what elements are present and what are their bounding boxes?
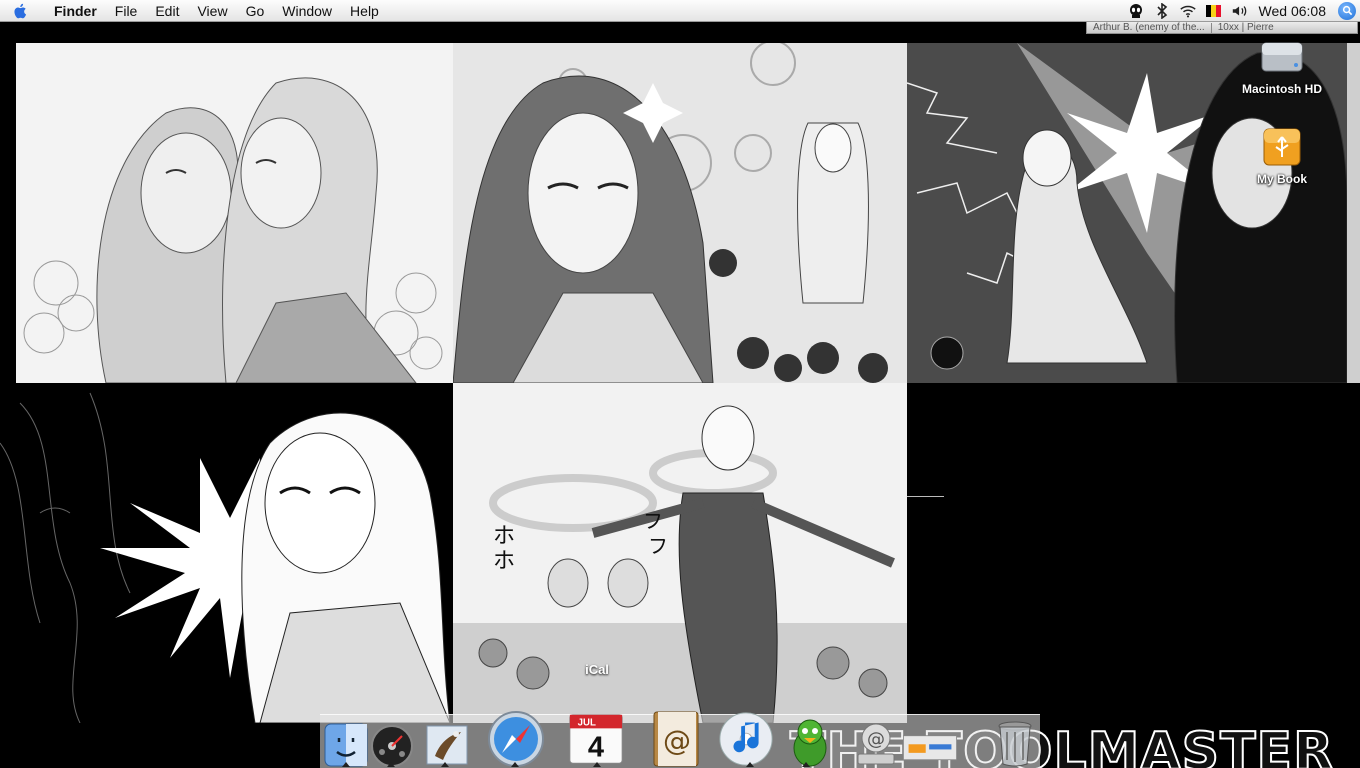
dock-running-indicator xyxy=(593,762,601,767)
menu-file[interactable]: File xyxy=(106,0,147,22)
dock-item-dashboard[interactable] xyxy=(362,716,422,768)
dock-item-documents[interactable] xyxy=(900,716,960,768)
belgian-flag-icon[interactable] xyxy=(1201,0,1227,22)
window-tab-strip: Arthur B. (enemy of the... 10xx | Pierre xyxy=(1086,22,1358,34)
trash-icon xyxy=(998,721,1032,767)
tab-title[interactable]: Arthur B. (enemy of the... xyxy=(1087,22,1211,33)
applications-icon: @ xyxy=(857,723,895,765)
mail-icon xyxy=(426,725,468,765)
desktop-icon-label: My Book xyxy=(1256,172,1307,186)
dock-tooltip: iCal xyxy=(585,662,609,677)
safari-icon xyxy=(488,711,544,767)
wallpaper-illustration xyxy=(16,43,453,383)
dock-item-mail[interactable] xyxy=(417,716,477,768)
menu-window[interactable]: Window xyxy=(273,0,341,22)
wifi-icon[interactable] xyxy=(1175,0,1201,22)
itunes-icon xyxy=(719,712,773,766)
dock-item-itunes[interactable] xyxy=(716,712,776,768)
desktop-icon-my-book[interactable]: My Book xyxy=(1232,124,1332,186)
status-area: Wed 06:08 xyxy=(1123,0,1360,22)
menu-help[interactable]: Help xyxy=(341,0,388,22)
dock-item-trash[interactable] xyxy=(985,716,1045,768)
ical-day: 4 xyxy=(588,731,604,763)
dock-running-indicator xyxy=(746,762,754,767)
wallpaper-illustration: ホ ホ フ フ xyxy=(453,383,907,723)
dock-item-address-book[interactable]: @ xyxy=(646,711,706,768)
app-menu-finder[interactable]: Finder xyxy=(42,0,106,22)
dock-item-ical[interactable]: JUL 4 xyxy=(566,714,626,768)
apple-menu-icon[interactable] xyxy=(0,0,42,22)
menu-edit[interactable]: Edit xyxy=(146,0,188,22)
menu-bar: Finder File Edit View Go Window Help Wed… xyxy=(0,0,1360,22)
dock-running-indicator xyxy=(511,762,519,767)
desktop-icon-label: Macintosh HD xyxy=(1241,82,1322,96)
dock-item-adium[interactable] xyxy=(780,716,840,768)
dock-running-indicator xyxy=(342,762,350,767)
dock-running-indicator xyxy=(387,762,395,767)
svg-text:@: @ xyxy=(867,729,885,750)
volume-icon[interactable] xyxy=(1227,0,1253,22)
tab-title[interactable]: 10xx | Pierre xyxy=(1212,22,1280,33)
menu-view[interactable]: View xyxy=(188,0,236,22)
address-book-icon: @ xyxy=(653,711,699,767)
wallpaper-illustration xyxy=(0,383,453,723)
dock-item-applications[interactable]: @ xyxy=(846,716,906,768)
ical-month: JUL xyxy=(578,717,596,728)
alien-icon[interactable] xyxy=(1123,0,1149,22)
dock-running-indicator xyxy=(802,762,810,767)
svg-text:ホ: ホ xyxy=(493,524,515,549)
dock-item-safari[interactable] xyxy=(486,711,546,768)
wallpaper-illustration xyxy=(453,43,907,383)
svg-text:ホ: ホ xyxy=(493,549,515,574)
menu-go[interactable]: Go xyxy=(237,0,274,22)
dock-running-indicator xyxy=(441,762,449,767)
divider xyxy=(907,496,944,497)
menu-clock[interactable]: Wed 06:08 xyxy=(1253,3,1334,19)
svg-text:フ: フ xyxy=(643,509,663,533)
usb-drive-icon xyxy=(1259,124,1305,170)
folder-stack-icon xyxy=(903,735,957,761)
window-edge xyxy=(1347,43,1360,383)
desktop-icon-macintosh-hd[interactable]: Macintosh HD xyxy=(1232,34,1332,96)
hard-drive-icon xyxy=(1259,34,1305,80)
svg-text:フ: フ xyxy=(648,534,668,558)
bluetooth-icon[interactable] xyxy=(1149,0,1175,22)
spotlight-icon[interactable] xyxy=(1334,0,1360,22)
adium-icon xyxy=(793,719,827,767)
svg-text:@: @ xyxy=(663,724,691,757)
ical-icon: JUL 4 xyxy=(569,714,623,764)
